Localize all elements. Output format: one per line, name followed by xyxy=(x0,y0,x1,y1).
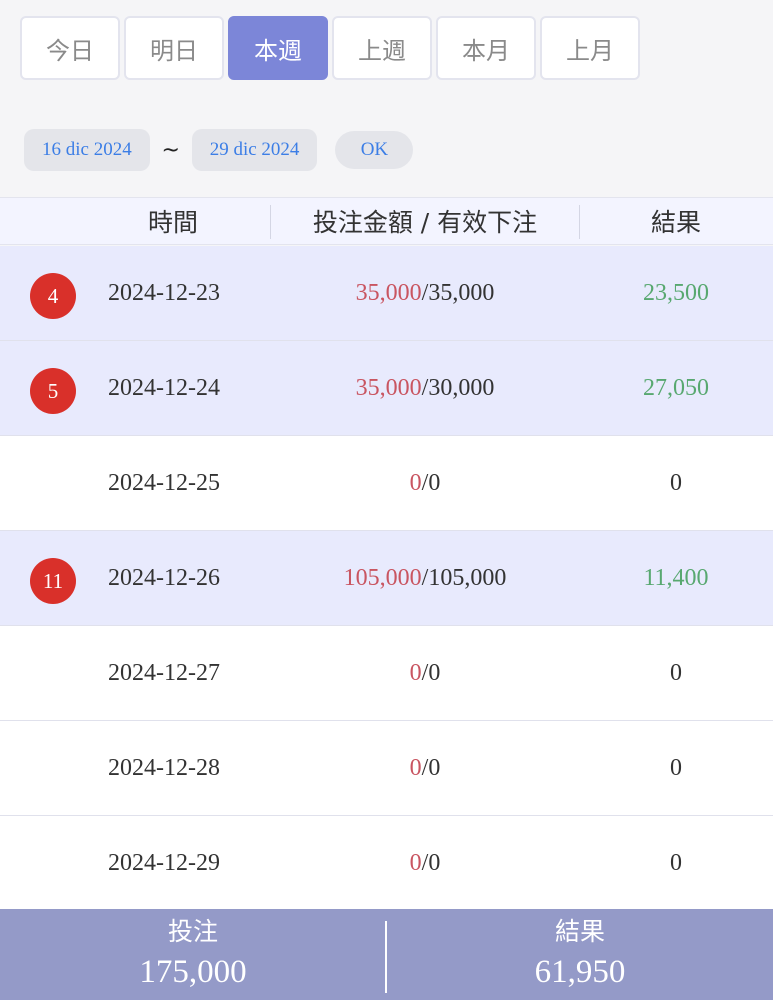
row-result: 0 xyxy=(670,849,682,876)
tab-tomorrow[interactable]: 明日 xyxy=(124,16,224,80)
valid-bet-amount: 35,000 xyxy=(428,279,495,306)
bet-amount: 0 xyxy=(409,659,422,686)
bet-amount: 0 xyxy=(409,754,422,781)
bet-amount: 0 xyxy=(409,469,422,496)
result-summary-label: 結果 xyxy=(554,917,605,946)
ok-button[interactable]: OK xyxy=(335,131,414,169)
table-row[interactable]: 2024-12-25 0/0 0 xyxy=(0,436,773,531)
row-bet: 35,000/30,000 xyxy=(355,374,495,401)
row-date: 2024-12-23 xyxy=(108,279,220,306)
end-date-field[interactable]: 29 dic 2024 xyxy=(191,129,318,171)
count-badge: 5 xyxy=(30,368,76,414)
table-row[interactable]: 4 2024-12-23 35,000/35,000 23,500 xyxy=(0,246,773,341)
table-row[interactable]: 5 2024-12-24 35,000/30,000 27,050 xyxy=(0,341,773,436)
row-bet: 0/0 xyxy=(409,754,441,781)
table-header: 時間 投注金額 / 有效下注 結果 xyxy=(0,197,773,245)
row-bet: 105,000/105,000 xyxy=(343,564,507,591)
row-result: 0 xyxy=(670,754,682,781)
period-tabs: 今日 明日 本週 上週 本月 上月 xyxy=(20,16,640,80)
column-header-result: 結果 xyxy=(650,208,701,237)
tab-last-month[interactable]: 上月 xyxy=(540,16,640,80)
bet-amount: 105,000 xyxy=(343,564,422,591)
row-result: 23,500 xyxy=(643,279,709,306)
row-date: 2024-12-25 xyxy=(108,469,220,496)
tab-today[interactable]: 今日 xyxy=(20,16,120,80)
valid-bet-amount: 0 xyxy=(428,659,441,686)
summary-footer: 投注 175,000 結果 61,950 xyxy=(0,909,773,1000)
table-row[interactable]: 2024-12-29 0/0 0 xyxy=(0,816,773,911)
row-date: 2024-12-26 xyxy=(108,564,220,591)
tab-this-week[interactable]: 本週 xyxy=(228,16,328,80)
valid-bet-amount: 30,000 xyxy=(428,374,495,401)
valid-bet-amount: 0 xyxy=(428,754,441,781)
table-row[interactable]: 2024-12-27 0/0 0 xyxy=(0,626,773,721)
start-date-field[interactable]: 16 dic 2024 xyxy=(24,129,150,171)
row-date: 2024-12-24 xyxy=(108,374,220,401)
tab-this-month[interactable]: 本月 xyxy=(436,16,536,80)
row-result: 0 xyxy=(670,659,682,686)
row-date: 2024-12-27 xyxy=(108,659,220,686)
bet-summary-total: 175,000 xyxy=(139,954,247,990)
date-range-separator: ~ xyxy=(161,137,180,163)
table-row[interactable]: 2024-12-28 0/0 0 xyxy=(0,721,773,816)
row-date: 2024-12-29 xyxy=(108,849,220,876)
valid-bet-amount: 0 xyxy=(428,849,441,876)
count-badge: 4 xyxy=(30,273,76,319)
tab-last-week[interactable]: 上週 xyxy=(332,16,432,80)
row-result: 11,400 xyxy=(643,564,709,591)
row-bet: 0/0 xyxy=(409,659,441,686)
table-row[interactable]: 11 2024-12-26 105,000/105,000 11,400 xyxy=(0,531,773,626)
result-summary: 結果 61,950 xyxy=(387,909,773,1000)
bet-summary-label: 投注 xyxy=(167,917,218,946)
column-header-bet: 投注金額 / 有效下注 xyxy=(312,208,538,237)
result-summary-total: 61,950 xyxy=(534,954,626,990)
count-badge: 11 xyxy=(30,558,76,604)
bet-summary: 投注 175,000 xyxy=(0,909,386,1000)
bet-amount: 0 xyxy=(409,849,422,876)
row-bet: 0/0 xyxy=(409,849,441,876)
row-bet: 35,000/35,000 xyxy=(355,279,495,306)
bet-amount: 35,000 xyxy=(355,374,422,401)
row-result: 0 xyxy=(670,469,682,496)
column-header-time: 時間 xyxy=(147,208,198,237)
bet-amount: 35,000 xyxy=(355,279,422,306)
header-divider xyxy=(270,205,271,239)
record-list: 4 2024-12-23 35,000/35,000 23,500 5 2024… xyxy=(0,246,773,911)
row-date: 2024-12-28 xyxy=(108,754,220,781)
row-bet: 0/0 xyxy=(409,469,441,496)
row-result: 27,050 xyxy=(643,374,709,401)
date-range-picker: 16 dic 2024 ~ 29 dic 2024 OK xyxy=(24,129,414,171)
header-divider xyxy=(579,205,580,239)
valid-bet-amount: 105,000 xyxy=(428,564,507,591)
valid-bet-amount: 0 xyxy=(428,469,441,496)
